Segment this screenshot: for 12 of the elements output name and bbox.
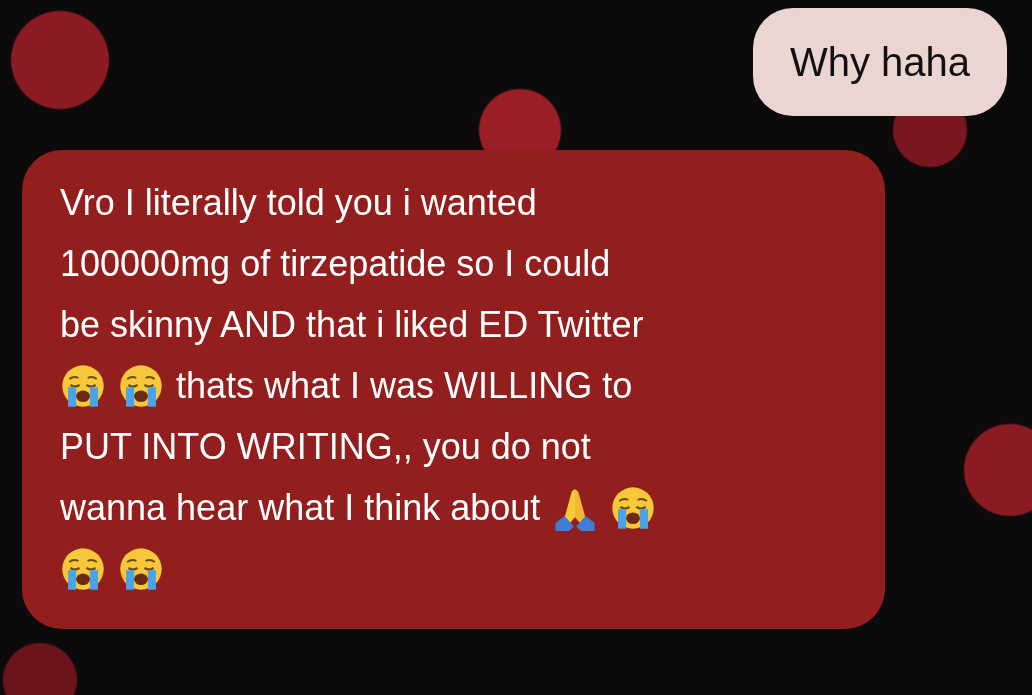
message-text: be skinny AND that i liked ED Twitter	[60, 303, 644, 347]
message-text: PUT INTO WRITING,, you do not	[60, 425, 591, 469]
message-text: Vro I literally told you i wanted	[60, 181, 537, 225]
crying-face-icon	[118, 362, 164, 409]
message-text: Why haha	[789, 40, 970, 84]
crying-face-icon	[118, 545, 164, 592]
message-text: thats what I was WILLING to	[176, 364, 633, 408]
crying-face-icon	[60, 545, 106, 592]
message-text: wanna hear what I think about	[60, 486, 541, 530]
message-text: 100000mg of tirzepatide so I could	[60, 242, 611, 286]
crying-face-icon	[60, 362, 106, 409]
crying-face-icon	[610, 484, 657, 531]
